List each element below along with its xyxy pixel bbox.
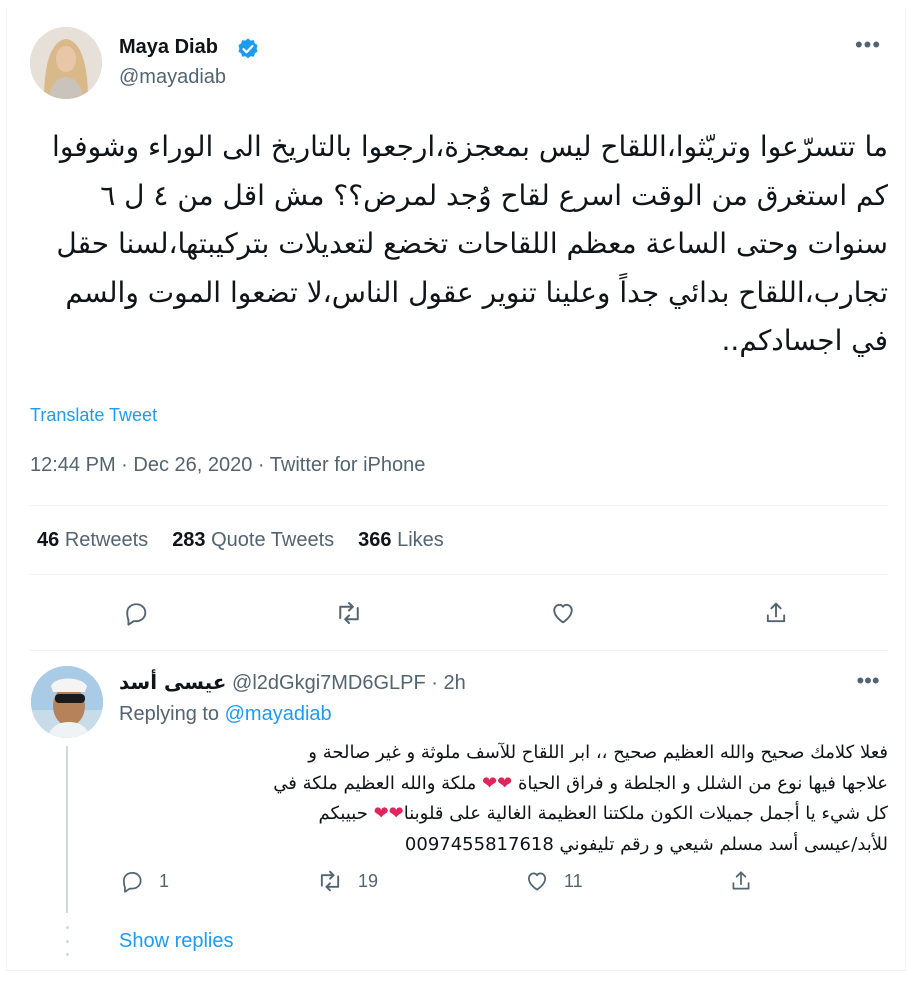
more-icon[interactable]: ••• [852, 666, 884, 698]
author-handle[interactable]: @mayadiab [119, 66, 226, 89]
retweet-count: 19 [358, 870, 379, 891]
replying-to-mention[interactable]: @mayadiab [225, 703, 332, 725]
reply-header: عيسى أسد @l2dGkgi7MD6GLPF · 2h [119, 670, 466, 694]
tweet-meta[interactable]: 12:44 PM · Dec 26, 2020 · Twitter for iP… [30, 454, 425, 477]
thread-dots [64, 926, 70, 956]
reply-retweet-button[interactable]: 19 [316, 866, 378, 896]
author-name[interactable]: Maya Diab [119, 36, 218, 59]
show-replies-link[interactable]: Show replies [119, 930, 234, 953]
divider [30, 650, 888, 651]
reply-time[interactable]: 2h [444, 672, 466, 694]
reply-author-name[interactable]: عيسى أسد [119, 670, 226, 694]
divider [30, 574, 888, 575]
tweet-stats: 46 Retweets 283 Quote Tweets 366 Likes [37, 529, 444, 552]
verified-badge-icon [236, 37, 260, 61]
reply-like-button[interactable]: 11 [524, 866, 583, 896]
retweet-icon[interactable] [331, 595, 367, 631]
author-avatar[interactable] [30, 27, 102, 99]
like-count: 11 [564, 870, 583, 891]
replying-to: Replying to @mayadiab [119, 703, 332, 725]
quote-tweets-stat[interactable]: 283 Quote Tweets [172, 529, 334, 552]
reply-share-button[interactable] [728, 866, 754, 896]
share-icon [732, 871, 750, 890]
heart-emoji-icon: ❤❤ [373, 803, 404, 824]
divider [30, 505, 888, 506]
more-icon[interactable]: ••• [852, 30, 884, 62]
reply-author-handle[interactable]: @l2dGkgi7MD6GLPF [232, 672, 426, 694]
thread-line [66, 746, 68, 913]
heart-emoji-icon: ❤❤ [482, 772, 513, 794]
reply-icon[interactable] [118, 595, 154, 631]
likes-stat[interactable]: 366 Likes [358, 529, 444, 552]
retweets-stat[interactable]: 46 Retweets [37, 529, 148, 552]
reply-line: كل شيء يا أجمل جميلات الكون ملكتنا العظي… [318, 803, 889, 824]
reply-reply-button[interactable]: 1 [119, 866, 169, 896]
share-icon[interactable] [758, 595, 794, 631]
reply-count: 1 [159, 870, 170, 891]
tweet-text: ما تتسرّعوا وتريّثوا،اللقاح ليس بمعجزة،ا… [52, 130, 888, 357]
reply-avatar[interactable] [31, 666, 103, 738]
reply-text: فعلا كلامك صحيح والله العظيم صحيح ،، ابر… [273, 738, 889, 860]
reply-line: للأبد/عيسى أسد مسلم شيعي و رقم تليفوني 0… [404, 833, 888, 855]
like-icon[interactable] [545, 595, 581, 631]
retweet-icon [320, 870, 340, 892]
like-icon [528, 872, 546, 891]
translate-tweet-link[interactable]: Translate Tweet [30, 405, 157, 426]
reply-line: علاجها فيها نوع من الشلل و الجلطة و فراق… [273, 772, 888, 794]
reply-icon [123, 872, 142, 893]
reply-line: فعلا كلامك صحيح والله العظيم صحيح ،، ابر… [308, 742, 888, 763]
